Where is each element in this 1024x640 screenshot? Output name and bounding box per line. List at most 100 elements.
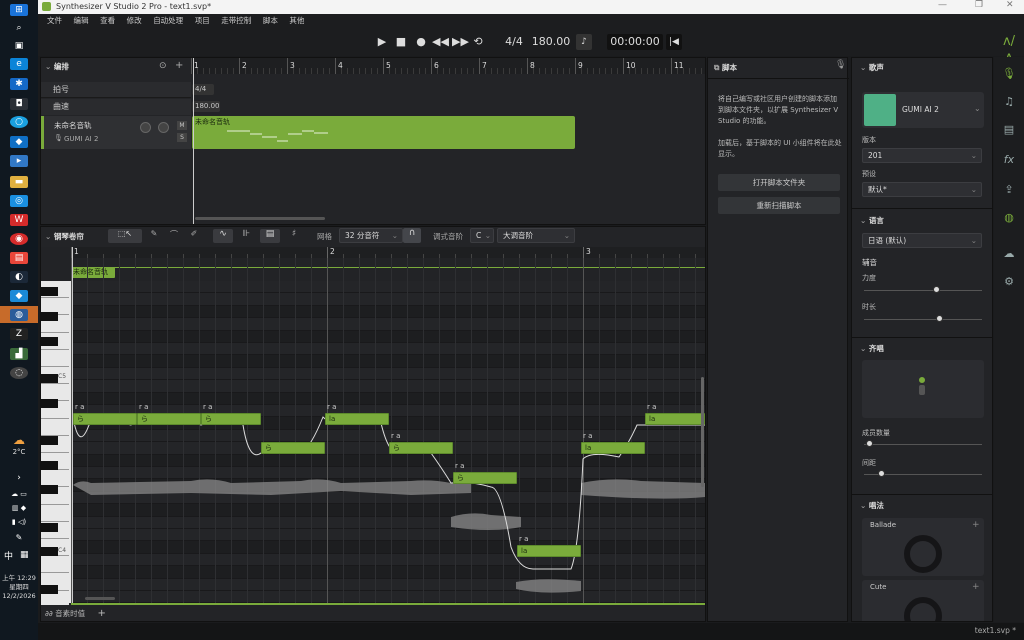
- white-key[interactable]: [41, 349, 69, 367]
- mic-icon-side[interactable]: 🎙: [1001, 66, 1017, 82]
- snap-icon[interactable]: ∩: [403, 228, 421, 243]
- black-key[interactable]: [41, 287, 58, 296]
- app-icon-10[interactable]: Z: [10, 328, 28, 340]
- black-key[interactable]: [41, 522, 58, 532]
- add-style-icon-2[interactable]: +: [972, 582, 980, 592]
- edge-icon[interactable]: e: [10, 58, 28, 70]
- note[interactable]: ら: [137, 413, 201, 425]
- vertical-scrollbar[interactable]: [701, 377, 704, 487]
- track-header[interactable]: 未命名音轨 🎙 GUMI AI 2 M S: [41, 116, 191, 149]
- note[interactable]: ら: [389, 442, 453, 454]
- fx-icon[interactable]: fx: [1001, 152, 1017, 168]
- accidental-icon[interactable]: ♯: [284, 229, 304, 243]
- track-name[interactable]: 未命名音轨: [54, 120, 92, 131]
- note[interactable]: ら: [201, 413, 261, 425]
- keyboard-icon[interactable]: ▦: [20, 550, 29, 560]
- note-grid[interactable]: 123 未命名音轨 C5 C4 らr aらr aらr a ら la r aらr aらr …: [41, 247, 705, 605]
- voice-selector[interactable]: GUMI AI 2 ⌄: [862, 92, 984, 128]
- arrangement-ruler[interactable]: 1 2 3 4 5 6 7 8 9 10 11: [191, 58, 714, 74]
- grid-dropdown[interactable]: 32 分音符 ⌄: [339, 228, 403, 243]
- piano-view-icon[interactable]: ▤: [260, 229, 280, 243]
- clock[interactable]: 上午 12:29 星期四 12/2/2026: [0, 574, 38, 601]
- pitch-curve-icon[interactable]: ∿: [213, 229, 233, 243]
- version-dropdown[interactable]: 201 ⌄: [862, 148, 982, 163]
- style-knob[interactable]: [904, 535, 942, 573]
- jump-to-start-icon[interactable]: |◀: [666, 34, 682, 50]
- note[interactable]: la: [517, 545, 581, 557]
- volume-knob[interactable]: [140, 122, 151, 133]
- note[interactable]: la: [325, 413, 389, 425]
- app-icon-4[interactable]: ◆: [10, 136, 28, 148]
- style-collapse-icon[interactable]: ⌄: [860, 501, 866, 510]
- param-panel-tab[interactable]: ∂∂ 音素时值 +: [45, 608, 106, 619]
- pen-tool-icon[interactable]: ✎: [145, 229, 163, 243]
- mic-toggle-icon[interactable]: 🎙: [835, 60, 846, 70]
- add-param-icon[interactable]: +: [98, 608, 106, 619]
- folder-icon[interactable]: ▬: [10, 176, 28, 188]
- app-icon-3[interactable]: ○: [10, 116, 28, 128]
- language-dropdown[interactable]: 日语 (默认) ⌄: [862, 233, 982, 248]
- menu-scripts[interactable]: 脚本: [263, 14, 278, 28]
- spacing-slider-thumb[interactable]: [877, 470, 885, 477]
- black-key[interactable]: [41, 485, 58, 495]
- pen-icon[interactable]: ✎: [10, 532, 28, 544]
- members-slider[interactable]: [864, 444, 982, 445]
- app-icon-12[interactable]: ◌: [10, 367, 28, 379]
- arrangement-scrollbar[interactable]: [195, 217, 325, 220]
- vscode-icon[interactable]: ▸: [10, 155, 28, 167]
- black-key[interactable]: [41, 398, 58, 408]
- play-icon[interactable]: ▶: [375, 34, 389, 50]
- scale-dropdown[interactable]: 大调音阶 ⌄: [497, 228, 575, 243]
- app-icon-1[interactable]: ✱: [10, 78, 28, 90]
- black-key[interactable]: [41, 311, 58, 321]
- windows-start-icon[interactable]: ⊞: [10, 4, 28, 16]
- music-note-icon[interactable]: ♫: [1001, 94, 1017, 110]
- app-icon-8[interactable]: ▤: [10, 252, 28, 264]
- menu-transport[interactable]: 走带控制: [221, 14, 251, 28]
- menu-edit[interactable]: 编辑: [74, 14, 89, 28]
- note[interactable]: ら: [453, 472, 517, 484]
- select-tool-icon[interactable]: ⬚↖: [108, 229, 142, 243]
- synthv-taskbar-icon[interactable]: ◍: [10, 309, 28, 321]
- style-knob-2[interactable]: [904, 597, 942, 621]
- language-collapse-icon[interactable]: ⌄: [860, 216, 866, 225]
- solo-button[interactable]: S: [177, 133, 187, 142]
- chevron-right-icon[interactable]: ›: [10, 472, 28, 484]
- menu-file[interactable]: 文件: [47, 14, 62, 28]
- close-icon[interactable]: ✕: [1006, 0, 1014, 10]
- track-clip[interactable]: 未命名音轨: [192, 116, 575, 149]
- clock-icon[interactable]: ⊙: [159, 61, 167, 71]
- mute-button[interactable]: M: [177, 121, 187, 130]
- menu-view[interactable]: 查看: [100, 14, 115, 28]
- app-icon-7[interactable]: ◉: [10, 233, 28, 245]
- rewind-icon[interactable]: ◀◀: [432, 34, 449, 50]
- singer-collapse-icon[interactable]: ⌄: [860, 63, 866, 72]
- tray-icons-2[interactable]: ▥ ◆: [10, 502, 28, 514]
- record-icon[interactable]: ●: [414, 34, 428, 50]
- white-key[interactable]: [41, 418, 69, 436]
- meter-marker[interactable]: 4/4: [192, 84, 214, 95]
- style-card-cute[interactable]: Cute +: [862, 580, 984, 621]
- add-style-icon[interactable]: +: [972, 520, 980, 530]
- menu-other[interactable]: 其他: [289, 14, 304, 28]
- rescan-scripts-button[interactable]: 重新扫描脚本: [718, 197, 840, 214]
- tray-icons-1[interactable]: ☁ ▭: [10, 488, 28, 500]
- horizontal-scrollbar[interactable]: [85, 597, 115, 600]
- loop-icon[interactable]: ⟲: [471, 34, 485, 50]
- open-script-folder-button[interactable]: 打开脚本文件夹: [718, 174, 840, 191]
- app-icon-9[interactable]: ◆: [10, 290, 28, 302]
- restore-icon[interactable]: ❐: [975, 0, 983, 10]
- piano-collapse-chevron-icon[interactable]: ⌄: [45, 232, 51, 241]
- metronome-icon[interactable]: ♪: [576, 34, 592, 50]
- document-icon[interactable]: ▤: [1001, 122, 1017, 138]
- chorus-collapse-icon[interactable]: ⌄: [860, 344, 866, 353]
- black-key[interactable]: [41, 373, 58, 383]
- menu-modify[interactable]: 修改: [127, 14, 142, 28]
- curve-tool-icon[interactable]: ⌒: [165, 229, 183, 243]
- pitch-pen-icon[interactable]: ✐: [185, 229, 203, 243]
- key-dropdown[interactable]: C ⌄: [470, 228, 494, 243]
- chorus-voice-dot[interactable]: [919, 377, 925, 383]
- tray-icons-3[interactable]: ▮ ◁): [10, 516, 28, 528]
- white-key[interactable]: [41, 504, 69, 522]
- style-card-ballade[interactable]: Ballade +: [862, 518, 984, 576]
